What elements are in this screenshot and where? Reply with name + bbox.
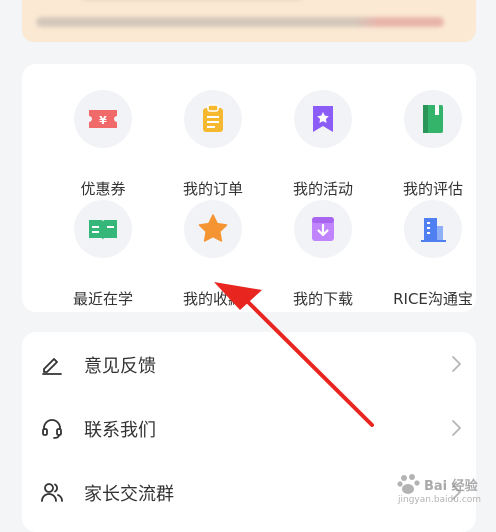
download-box-icon-bg <box>294 200 352 258</box>
pencil-icon <box>42 358 62 375</box>
menu-item-feedback[interactable]: 意见反馈 <box>22 332 476 396</box>
clipboard-icon-bg <box>184 90 242 148</box>
banner-blurred-text <box>36 17 444 27</box>
grid-item-orders[interactable]: 我的订单 <box>168 90 258 198</box>
bookmark-star-icon <box>313 106 333 132</box>
coupon-icon: ¥ <box>89 110 117 128</box>
watermark-url: jingyan.baidu.com <box>398 495 482 505</box>
grid-item-label: 我的活动 <box>292 180 353 198</box>
menu-item-contact[interactable]: 联系我们 <box>22 396 476 460</box>
promo-banner[interactable] <box>22 0 476 42</box>
grid-item-downloads[interactable]: 我的下载 <box>278 200 368 308</box>
open-book-icon <box>89 220 117 240</box>
grid-item-label: 我的评估 <box>402 180 463 198</box>
coupon-icon-bg: ¥ <box>74 90 132 148</box>
menu-item-label: 意见反馈 <box>84 356 156 377</box>
grid-item-coupon[interactable]: ¥ 优惠券 <box>58 90 148 198</box>
star-icon <box>198 214 228 242</box>
grid-item-recent-learning[interactable]: 最近在学 <box>58 200 148 308</box>
building-icon-bg <box>404 200 462 258</box>
grid-item-favorites[interactable]: 我的收藏 <box>168 200 258 308</box>
grid-item-label: RICE沟通宝 <box>393 290 473 308</box>
users-icon <box>41 483 63 502</box>
paw-logo-icon <box>397 474 420 494</box>
grid-item-label: 我的订单 <box>182 180 243 198</box>
download-box-icon <box>312 217 334 241</box>
menu-item-label: 家长交流群 <box>84 484 174 505</box>
bookmark-star-icon-bg <box>294 90 352 148</box>
feature-grid-card: ¥ 优惠券 我的订单 我的活动 我的评估 最近在学 我的收藏 我的下载 RICE… <box>22 64 476 312</box>
star-icon-bg <box>184 200 242 258</box>
clipboard-icon <box>203 104 223 132</box>
grid-item-rice[interactable]: RICE沟通宝 <box>388 200 478 308</box>
chevron-right-icon <box>452 420 461 436</box>
baidu-watermark: Bai 经验 jingyan.baidu.com <box>394 473 484 509</box>
grid-item-label: 优惠券 <box>80 180 126 198</box>
watermark-text: Bai 经验 <box>424 479 478 494</box>
grid-item-assessment[interactable]: 我的评估 <box>388 90 478 198</box>
notebook-icon-bg <box>404 90 462 148</box>
grid-item-label: 最近在学 <box>72 290 133 308</box>
building-icon <box>421 218 446 242</box>
grid-item-label: 我的下载 <box>292 290 353 308</box>
headset-icon <box>42 419 62 439</box>
chevron-right-icon <box>452 356 461 372</box>
svg-text:¥: ¥ <box>99 114 107 127</box>
grid-item-activities[interactable]: 我的活动 <box>278 90 368 198</box>
open-book-icon-bg <box>74 200 132 258</box>
notebook-icon <box>423 105 443 133</box>
grid-item-label: 我的收藏 <box>182 290 243 308</box>
menu-item-label: 联系我们 <box>84 420 156 441</box>
